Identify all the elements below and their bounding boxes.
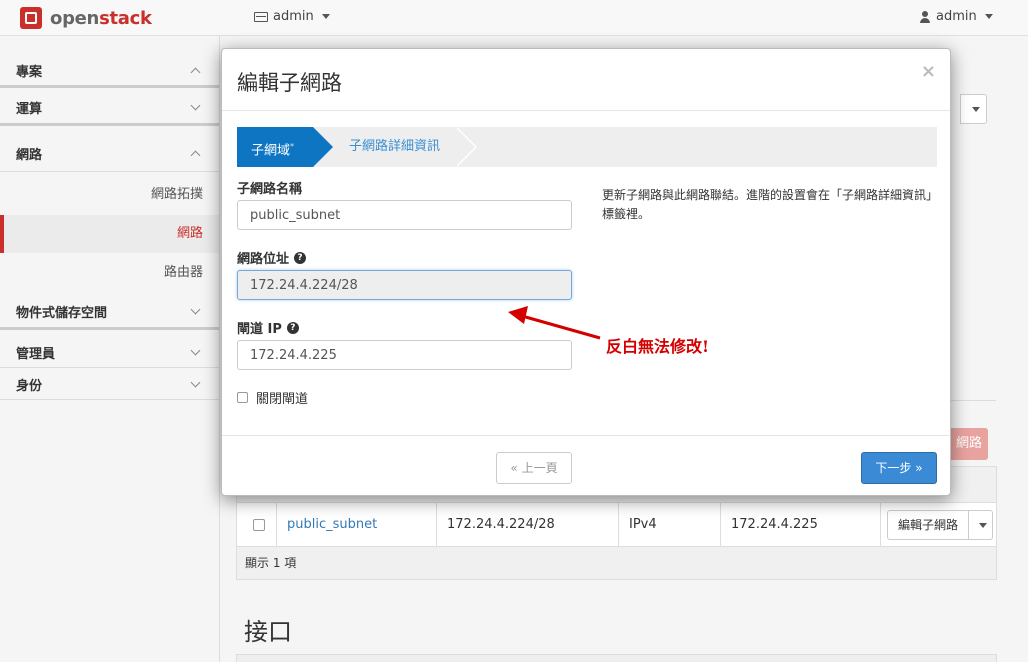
close-icon[interactable]: ×: [921, 61, 936, 82]
top-navbar: openstack admin admin: [0, 0, 1028, 36]
help-icon[interactable]: ?: [294, 251, 307, 264]
tab-subnet-label: 子網域: [251, 143, 291, 159]
help-icon[interactable]: ?: [286, 321, 299, 334]
brand-suffix: stack: [99, 7, 152, 29]
annotation-arrow: [508, 306, 601, 340]
subnet-name-input[interactable]: [237, 200, 572, 230]
project-label: admin: [273, 9, 314, 24]
user-icon: [919, 10, 931, 23]
modal-help-text: 更新子網路與此網路聯結。進階的設置會在「子網路詳細資訊」標籤裡。: [602, 188, 933, 221]
network-address-label: 網路位址 ?: [237, 248, 307, 267]
caret-down-icon: [321, 14, 330, 19]
subnet-name-label: 子網路名稱: [237, 182, 303, 197]
modal-header: 編輯子網路 ×: [222, 49, 950, 111]
project-selector[interactable]: admin: [254, 9, 330, 24]
network-address-input: [237, 270, 572, 300]
edit-subnet-modal: 編輯子網路 × 子網域* 子網路詳細資訊 子網路名稱 網路位址 ? 閘道 IP …: [221, 48, 951, 496]
disable-gateway-row: 關閉閘道: [237, 388, 308, 407]
openstack-logo[interactable]: openstack: [20, 6, 152, 30]
disable-gateway-label: 關閉閘道: [256, 392, 309, 407]
required-mark: *: [290, 142, 295, 151]
user-label: admin: [936, 9, 977, 24]
openstack-logo-icon: [20, 7, 42, 29]
project-icon: [254, 11, 268, 22]
step-arrow: [455, 127, 475, 167]
modal-title: 編輯子網路: [237, 71, 342, 95]
annotation-text: 反白無法修改!: [606, 337, 710, 356]
caret-down-icon: [984, 14, 993, 19]
modal-footer: « 上一頁 下一步 »: [222, 435, 950, 496]
brand-prefix: open: [50, 7, 100, 29]
step-arrow: [313, 127, 333, 167]
wizard-steps: 子網域* 子網路詳細資訊: [237, 127, 937, 167]
user-menu[interactable]: admin: [919, 9, 993, 24]
tab-subnet[interactable]: 子網域*: [237, 127, 313, 167]
tab-subnet-details[interactable]: 子網路詳細資訊: [349, 127, 440, 167]
previous-button[interactable]: « 上一頁: [496, 452, 572, 484]
disable-gateway-checkbox[interactable]: [237, 392, 248, 403]
next-button[interactable]: 下一步 »: [861, 452, 937, 484]
gateway-ip-label: 閘道 IP ?: [237, 318, 299, 337]
